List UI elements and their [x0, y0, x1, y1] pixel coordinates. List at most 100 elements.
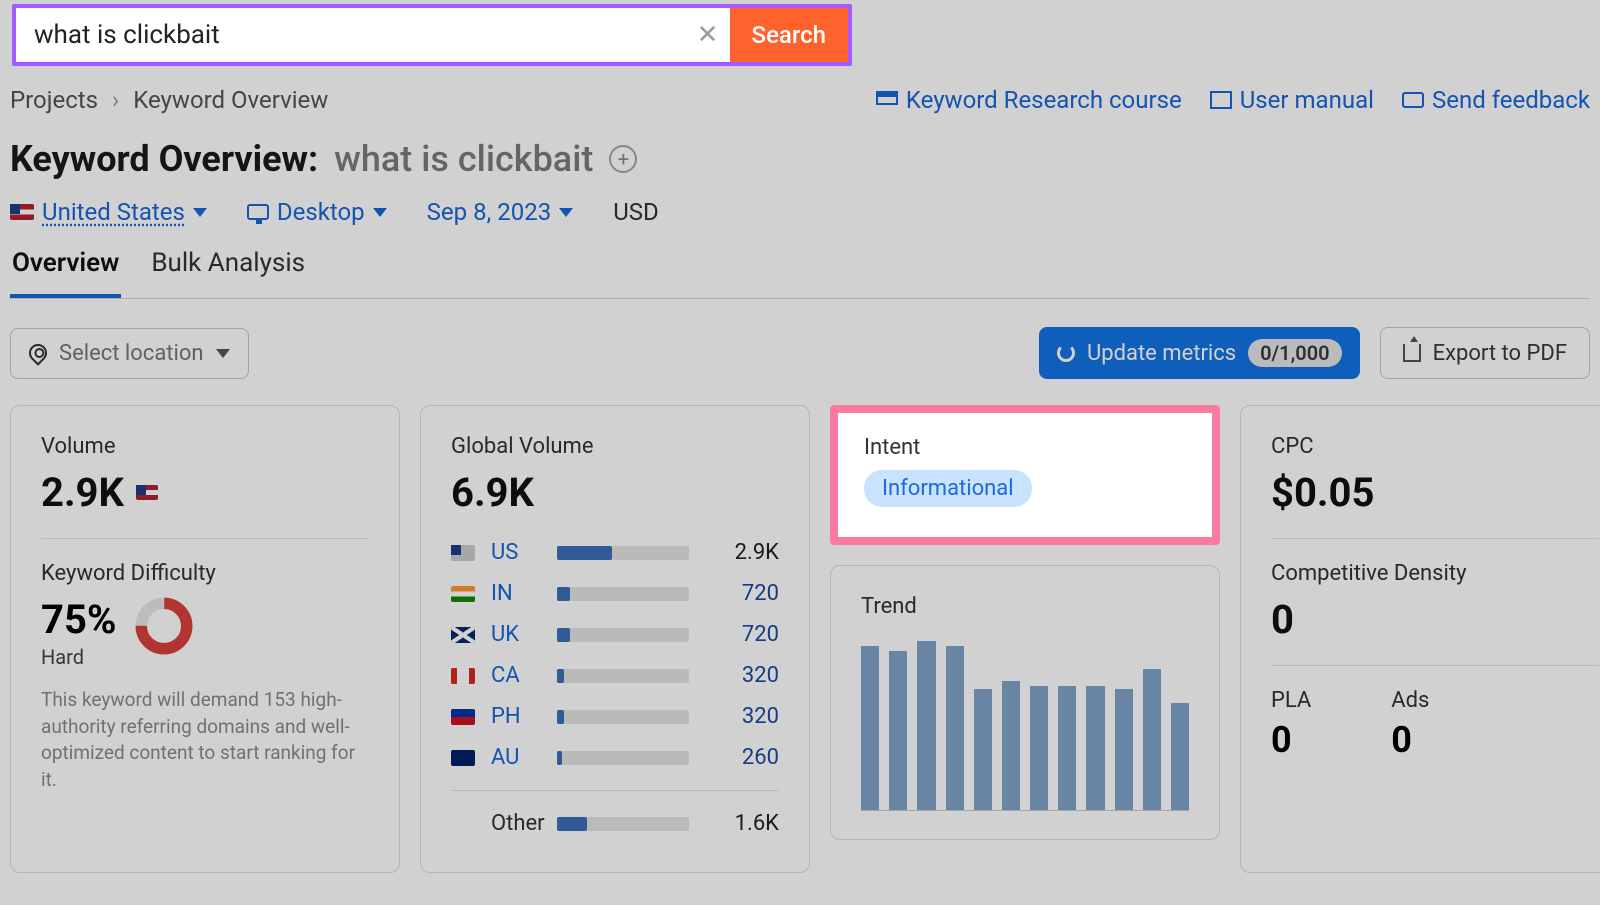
pla-label: PLA: [1271, 688, 1311, 713]
page-title: Keyword Overview:: [10, 138, 318, 180]
global-volume-row: UK 720: [451, 614, 779, 655]
tab-bulk-analysis[interactable]: Bulk Analysis: [149, 244, 307, 298]
global-volume-row: PH 320: [451, 696, 779, 737]
chevron-down-icon: [193, 208, 207, 217]
intent-badge[interactable]: Informational: [864, 470, 1032, 507]
graduation-cap-icon: [876, 91, 898, 105]
user-manual-link[interactable]: User manual: [1210, 86, 1374, 114]
volume-bar: [557, 751, 689, 765]
tabs: Overview Bulk Analysis: [10, 244, 1590, 299]
country-volume: 720: [713, 622, 779, 647]
country-volume: 320: [713, 704, 779, 729]
keyword-difficulty-description: This keyword will demand 153 high-author…: [41, 687, 369, 793]
volume-bar: [557, 587, 689, 601]
chevron-right-icon: ›: [112, 86, 119, 114]
country-code: Other: [491, 811, 533, 836]
clear-search-button[interactable]: ✕: [686, 8, 730, 62]
desktop-icon: [247, 204, 269, 220]
cpc-card: CPC $0.05 Competitive Density 0 PLA 0 Ad…: [1240, 405, 1600, 873]
update-quota-badge: 0/1,000: [1248, 339, 1341, 367]
volume-label: Volume: [41, 434, 369, 459]
search-input[interactable]: [16, 8, 686, 62]
volume-bar: [557, 669, 689, 683]
trend-bar: [1002, 681, 1020, 810]
book-icon: [1210, 91, 1232, 109]
trend-bar: [861, 646, 879, 810]
keyword-difficulty-label: Keyword Difficulty: [41, 561, 369, 586]
country-code[interactable]: IN: [491, 581, 533, 606]
tab-overview[interactable]: Overview: [10, 244, 121, 298]
pla-value: 0: [1271, 719, 1311, 761]
trend-bar: [917, 641, 935, 810]
global-volume-card: Global Volume 6.9K US 2.9K IN 720 UK 720: [420, 405, 810, 873]
country-code[interactable]: US: [491, 540, 533, 565]
uk-flag-icon: [451, 627, 475, 643]
trend-bar: [1171, 703, 1189, 810]
country-code[interactable]: UK: [491, 622, 533, 647]
us-flag-icon: [451, 545, 475, 561]
country-code[interactable]: CA: [491, 663, 533, 688]
send-feedback-link[interactable]: Send feedback: [1402, 86, 1590, 114]
date-selector[interactable]: Sep 8, 2023: [427, 198, 574, 226]
ca-flag-icon: [451, 668, 475, 684]
global-volume-row: US 2.9K: [451, 532, 779, 573]
ads-value: 0: [1391, 719, 1429, 761]
au-flag-icon: [451, 750, 475, 766]
select-location-button[interactable]: Select location: [10, 328, 249, 379]
global-volume-label: Global Volume: [451, 434, 779, 459]
us-flag-icon: [136, 485, 158, 500]
breadcrumb-current: Keyword Overview: [133, 86, 328, 114]
global-volume-row: CA 320: [451, 655, 779, 696]
map-pin-icon: [25, 340, 50, 365]
trend-chart: [861, 641, 1189, 811]
export-pdf-button[interactable]: Export to PDF: [1380, 327, 1590, 379]
country-code[interactable]: PH: [491, 704, 533, 729]
global-volume-row-other: Other 1.6K: [451, 803, 779, 844]
device-selector[interactable]: Desktop: [247, 198, 387, 226]
ph-flag-icon: [451, 709, 475, 725]
chat-icon: [1402, 92, 1424, 108]
trend-bar: [889, 651, 907, 810]
update-metrics-button[interactable]: Update metrics 0/1,000: [1039, 327, 1360, 379]
intent-label: Intent: [864, 435, 1186, 460]
trend-bar: [1030, 686, 1048, 810]
trend-bar: [1058, 686, 1076, 810]
chevron-down-icon: [373, 208, 387, 217]
global-volume-value: 6.9K: [451, 469, 779, 516]
add-keyword-button[interactable]: +: [609, 145, 637, 173]
volume-bar: [557, 546, 689, 560]
keyword-difficulty-word: Hard: [41, 645, 116, 669]
breadcrumb: Projects › Keyword Overview: [10, 86, 328, 114]
country-code[interactable]: AU: [491, 745, 533, 770]
global-volume-row: IN 720: [451, 573, 779, 614]
trend-bar: [946, 646, 964, 810]
chevron-down-icon: [559, 208, 573, 217]
volume-bar: [557, 628, 689, 642]
country-volume: 720: [713, 581, 779, 606]
trend-bar: [1115, 689, 1133, 810]
breadcrumb-projects[interactable]: Projects: [10, 86, 98, 114]
export-icon: [1403, 344, 1421, 362]
difficulty-donut-icon: [134, 596, 194, 656]
competitive-density-value: 0: [1271, 596, 1599, 643]
in-flag-icon: [451, 586, 475, 602]
cpc-value: $0.05: [1271, 469, 1599, 516]
country-selector[interactable]: United States: [10, 198, 207, 226]
refresh-icon: [1057, 344, 1075, 362]
keyword-difficulty-value: 75%: [41, 596, 116, 643]
keyword-research-course-link[interactable]: Keyword Research course: [876, 86, 1182, 114]
country-volume: 2.9K: [713, 540, 779, 565]
chevron-down-icon: [216, 349, 230, 358]
volume-bar: [557, 710, 689, 724]
country-volume: 320: [713, 663, 779, 688]
search-button[interactable]: Search: [730, 8, 848, 62]
search-bar: ✕ Search: [12, 4, 852, 66]
trend-bar: [974, 689, 992, 810]
page-title-keyword: what is clickbait: [334, 138, 593, 180]
volume-value: 2.9K: [41, 469, 124, 516]
competitive-density-label: Competitive Density: [1271, 561, 1599, 586]
volume-card: Volume 2.9K Keyword Difficulty 75% Hard …: [10, 405, 400, 873]
volume-bar: [557, 817, 689, 831]
us-flag-icon: [10, 204, 34, 220]
cpc-label: CPC: [1271, 434, 1599, 459]
